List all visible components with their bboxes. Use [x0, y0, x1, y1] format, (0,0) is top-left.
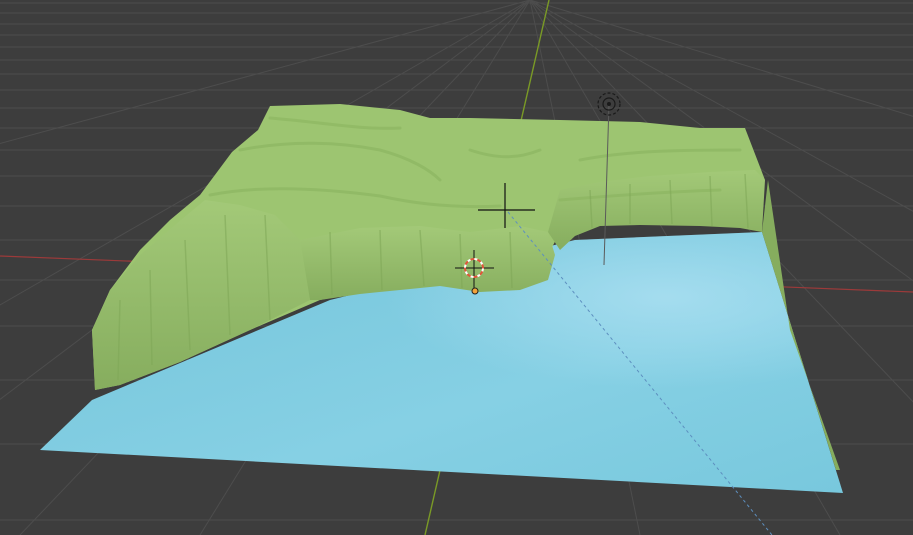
origin-dot[interactable] — [471, 287, 479, 295]
3d-viewport[interactable] — [0, 0, 913, 535]
